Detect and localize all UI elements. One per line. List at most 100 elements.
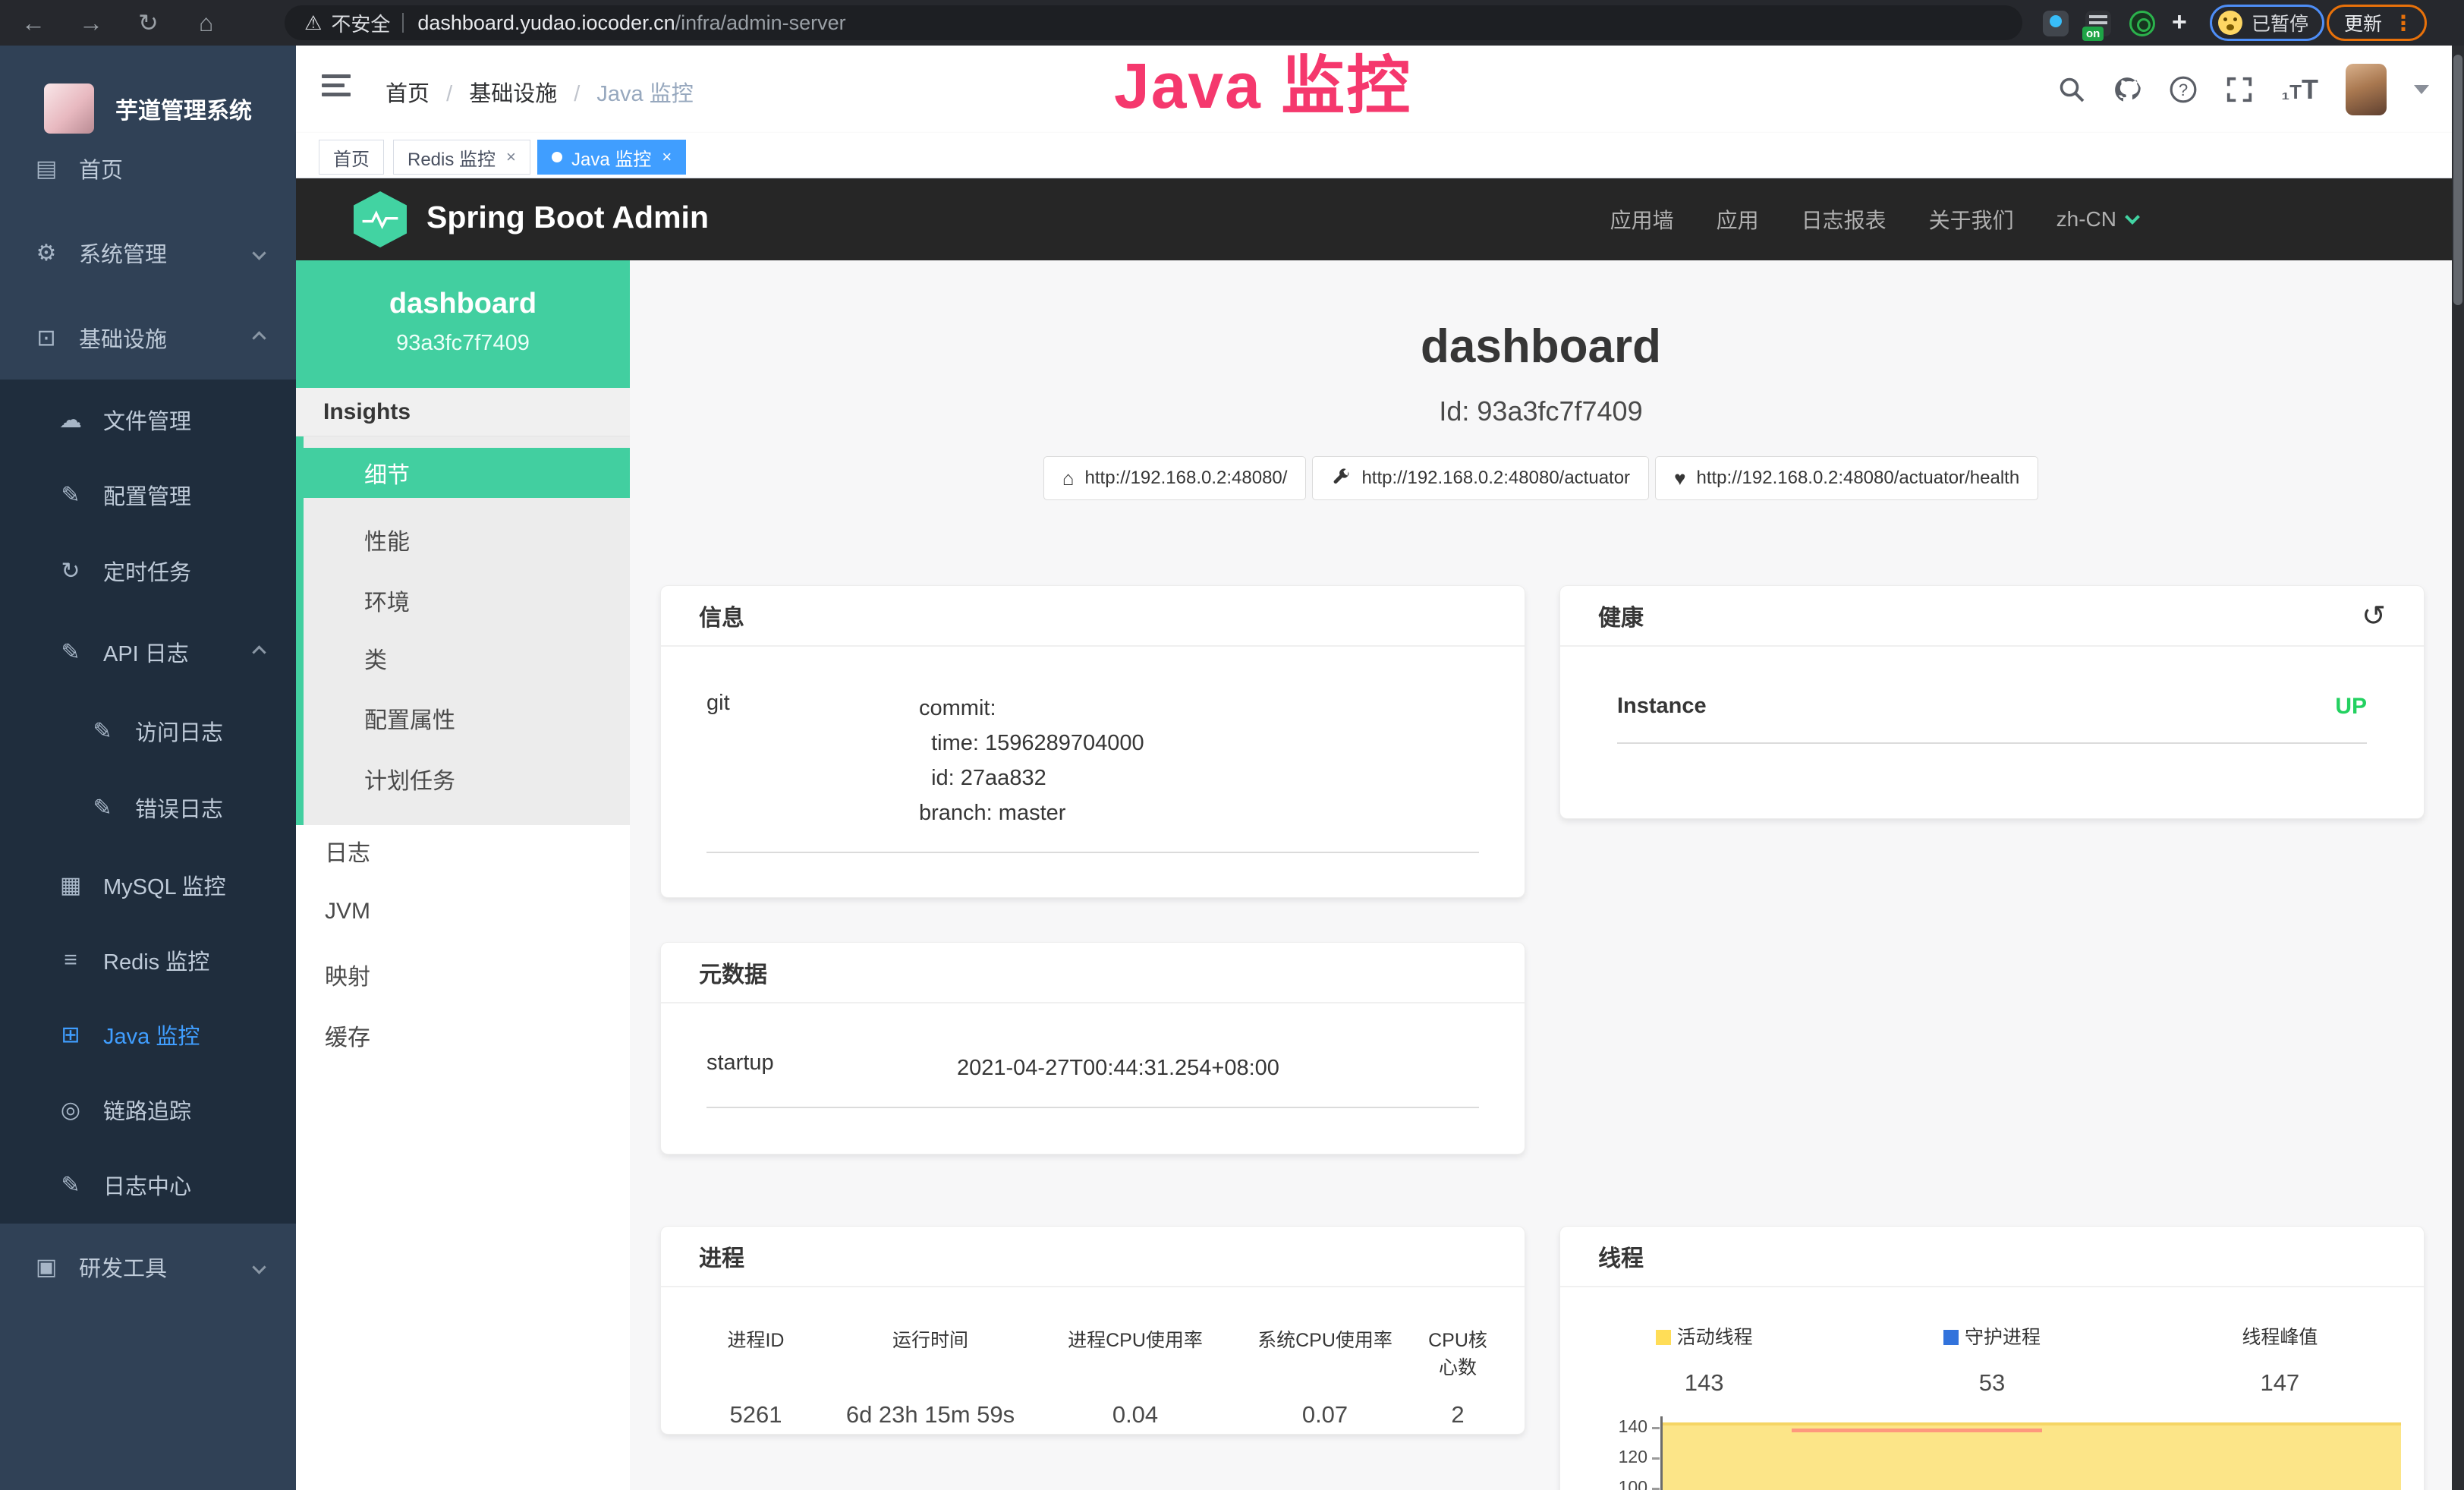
chevron-down-icon — [252, 1260, 266, 1274]
extension-icon[interactable] — [2043, 11, 2069, 36]
browser-update-button[interactable]: 更新 ⋮ — [2327, 5, 2427, 41]
github-icon[interactable] — [2113, 75, 2141, 104]
extension-search-icon[interactable] — [2129, 11, 2155, 36]
peak-threads-value: 147 — [2136, 1369, 2424, 1397]
close-icon[interactable]: × — [662, 147, 672, 167]
daemon-threads-value: 53 — [1848, 1369, 2135, 1397]
menu-item-caches[interactable]: 缓存 — [296, 1010, 630, 1060]
sba-nav-wallboard[interactable]: 应用墙 — [1610, 204, 1674, 235]
eye-icon: ◎ — [58, 1097, 83, 1123]
extensions-puzzle-icon[interactable]: + — [2172, 8, 2187, 37]
search-icon[interactable] — [2058, 76, 2085, 103]
fullscreen-icon[interactable] — [2225, 75, 2254, 104]
menu-item-logs[interactable]: 日志 — [296, 826, 630, 876]
menu-item-environment[interactable]: 环境 — [304, 575, 630, 625]
sidebar-item-error-log[interactable]: ✎ 错误日志 — [0, 773, 296, 842]
sidebar-item-access-log[interactable]: ✎ 访问日志 — [0, 697, 296, 765]
threads-legend: 活动线程 守护进程 线程峰值 — [1560, 1322, 2424, 1350]
sba-nav-journal[interactable]: 日志报表 — [1802, 204, 1887, 235]
menu-item-classes[interactable]: 类 — [304, 633, 630, 683]
sba-content: dashboard Id: 93a3fc7f7409 ⌂ http://192.… — [630, 260, 2452, 1490]
actuator-url-button[interactable]: http://192.168.0.2:48080/actuator — [1312, 456, 1649, 500]
sidebar-item-dev-tools[interactable]: ▣ 研发工具 — [0, 1233, 296, 1301]
menu-item-config-props[interactable]: 配置属性 — [304, 693, 630, 743]
app-title: 芋道管理系统 — [115, 92, 252, 125]
extension-list-icon[interactable]: on — [2085, 11, 2111, 36]
sba-nav-about[interactable]: 关于我们 — [1929, 204, 2014, 235]
sidebar-item-java-monitor[interactable]: ⊞ Java 监控 — [0, 1000, 296, 1069]
sidebar-item-mysql[interactable]: ▦ MySQL 监控 — [0, 851, 296, 919]
user-avatar[interactable] — [2346, 64, 2387, 115]
menu-item-mappings[interactable]: 映射 — [296, 950, 630, 1000]
font-size-icon[interactable]: ₁TT — [2281, 74, 2318, 106]
browser-forward-icon[interactable]: → — [79, 6, 103, 39]
extension-on-badge: on — [2082, 27, 2104, 41]
menu-item-details[interactable]: 细节 — [304, 448, 630, 498]
app-logo-image — [44, 83, 94, 134]
process-card: 进程 进程ID 运行时间 进程CPU使用率 系统CPU使用率 CPU核心数 52… — [660, 1226, 1525, 1435]
browser-reload-icon[interactable]: ↻ — [138, 6, 159, 39]
health-instance-row[interactable]: Instance UP — [1560, 694, 2424, 720]
sidebar-item-log-center[interactable]: ✎ 日志中心 — [0, 1151, 296, 1219]
tab-home[interactable]: 首页 — [319, 140, 384, 175]
menu-item-scheduled-tasks[interactable]: 计划任务 — [304, 754, 630, 804]
sba-nav-applications[interactable]: 应用 — [1717, 204, 1759, 235]
error-log-icon: ✎ — [90, 795, 115, 821]
sidebar-item-system[interactable]: ⚙ 系统管理 — [0, 219, 296, 287]
sidebar-item-api-log[interactable]: ✎ API 日志 — [0, 618, 296, 686]
layers-icon: ≡ — [58, 947, 83, 973]
menu-item-metrics[interactable]: 性能 — [304, 515, 630, 565]
info-value: commit: time: 1596289704000 id: 27aa832b… — [919, 691, 1144, 830]
menu-section-insights: Insights — [296, 388, 630, 436]
main-area: 首页 / 基础设施 / Java 监控 ? ₁TT 首页 Redis 监控× — [296, 46, 2464, 1490]
health-url-button[interactable]: ♥ http://192.168.0.2:48080/actuator/heal… — [1655, 456, 2038, 500]
sba-instance-sidebar: dashboard 93a3fc7f7409 Insights 细节 性能 环境… — [296, 260, 630, 1490]
close-icon[interactable]: × — [506, 147, 516, 167]
refresh-icon: ↻ — [58, 558, 83, 584]
instance-id-line: Id: 93a3fc7f7409 — [630, 395, 2452, 427]
sidebar-item-config[interactable]: ✎ 配置管理 — [0, 461, 296, 529]
sba-nav: 应用墙 应用 日志报表 关于我们 zh-CN — [1610, 178, 2138, 260]
access-log-icon: ✎ — [90, 718, 115, 745]
sidebar-item-jobs[interactable]: ↻ 定时任务 — [0, 537, 296, 605]
profile-paused-badge[interactable]: 已暂停 — [2210, 5, 2324, 41]
scrollbar-thumb[interactable] — [2453, 55, 2462, 305]
service-url-button[interactable]: ⌂ http://192.168.0.2:48080/ — [1043, 456, 1307, 500]
sidebar-item-redis[interactable]: ≡ Redis 监控 — [0, 926, 296, 994]
chevron-up-icon — [252, 645, 266, 659]
menu-item-jvm[interactable]: JVM — [296, 887, 630, 937]
page-url[interactable]: dashboard.yudao.iocoder.cn/infra/admin-s… — [417, 11, 845, 35]
edit-icon: ✎ — [58, 482, 83, 509]
active-threads-swatch — [1656, 1330, 1671, 1345]
metadata-startup-row: startup 2021-04-27T00:44:31.254+08:00 — [661, 1051, 1525, 1085]
page-scrollbar[interactable] — [2452, 46, 2464, 1490]
sidebar-item-tracing[interactable]: ◎ 链路追踪 — [0, 1076, 296, 1144]
sba-language-selector[interactable]: zh-CN — [2056, 207, 2138, 232]
breadcrumb-infra[interactable]: 基础设施 — [469, 82, 557, 106]
browser-back-icon[interactable]: ← — [21, 6, 46, 39]
page-root: ← → ↻ ⌂ ⚠ 不安全 dashboard.yudao.iocoder.cn… — [0, 0, 2464, 1490]
tab-redis-monitor[interactable]: Redis 监控× — [393, 140, 530, 175]
spring-boot-admin-title: Spring Boot Admin — [426, 200, 709, 235]
browser-home-icon[interactable]: ⌂ — [199, 6, 213, 39]
breadcrumb-home[interactable]: 首页 — [385, 82, 430, 106]
sidebar-item-files[interactable]: ☁ 文件管理 — [0, 386, 296, 454]
row-divider — [706, 1107, 1479, 1108]
legend-peak-threads: 线程峰值 — [2136, 1322, 2424, 1350]
history-icon[interactable]: ↺ — [2362, 599, 2386, 633]
hamburger-icon[interactable] — [322, 74, 352, 102]
help-icon[interactable]: ? — [2169, 75, 2198, 104]
avatar-caret-icon[interactable] — [2414, 85, 2429, 94]
tab-java-monitor[interactable]: Java 监控× — [537, 140, 686, 175]
annotation-text: Java 监控 — [1114, 35, 1411, 127]
sidebar-item-home[interactable]: ▤ 首页 — [0, 134, 296, 203]
instance-header[interactable]: dashboard 93a3fc7f7409 — [296, 260, 630, 388]
process-pid: 5261 — [691, 1401, 820, 1429]
sidebar-item-infra[interactable]: ⊡ 基础设施 — [0, 304, 296, 372]
process-table-headers: 进程ID 运行时间 进程CPU使用率 系统CPU使用率 CPU核心数 — [661, 1325, 1525, 1380]
legend-daemon-threads: 守护进程 — [1848, 1322, 2135, 1350]
home-icon: ⌂ — [1062, 467, 1075, 490]
browser-menu-icon[interactable]: ⋮ — [2393, 11, 2414, 36]
security-warning-icon[interactable]: ⚠ — [304, 11, 322, 35]
chevron-up-icon — [252, 331, 266, 345]
